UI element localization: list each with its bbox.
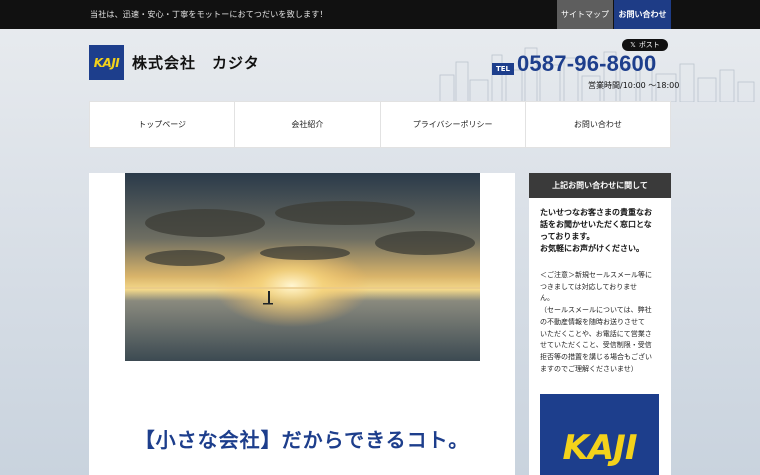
nav-item-contact[interactable]: お問い合わせ — [526, 102, 670, 147]
x-icon: 𝕏 — [630, 41, 636, 49]
notice-line: いただくことや、お電話にて営業さ — [540, 329, 652, 338]
notice-line: 拒否等の措置を講じる場合もござい — [540, 352, 652, 361]
notice-line: ますのでご理解くださいませ） — [540, 364, 638, 373]
notice-line: （セールスメールについては、弊社 — [540, 306, 652, 315]
sidebar-logo-banner[interactable]: KAJI — [540, 394, 659, 475]
notice-line: の不動産情報を随時お送りさせて — [540, 317, 645, 326]
main-content: 【小さな会社】だからできるコト。 — [89, 173, 515, 475]
hero-sunset-image — [125, 173, 480, 361]
notice-line: ＜ご注意＞新規セールスメール等に — [540, 271, 652, 279]
sidebar-title: 上記お問い合わせに関して — [529, 173, 671, 198]
contact-link[interactable]: お問い合わせ — [614, 0, 671, 29]
sidebar-message-line: お気軽にお声がけください。 — [540, 244, 644, 253]
sidebar-message-line: たいせつなお客さまの貴重なお — [540, 208, 652, 217]
sidebar-message: たいせつなお客さまの貴重なお 話をお聞かせいただく窓口とな っております。 お気… — [540, 207, 662, 255]
business-hours: 営業時間/10:00 ～18:00 — [588, 81, 680, 90]
nav-item-top[interactable]: トップページ — [90, 102, 236, 147]
top-bar: 当社は、迅速・安心・丁寧をモットーにおてつだいを致します！ サイトマップ お問い… — [0, 0, 760, 29]
company-name: 株式会社 カジタ — [132, 54, 260, 72]
sidebar-message-line: 話をお聞かせいただく窓口とな — [540, 220, 652, 229]
nav-item-company[interactable]: 会社紹介 — [235, 102, 381, 147]
sidebar-notice: ＜ご注意＞新規セールスメール等に つきましては対応しておりませ ん。 （セールス… — [540, 270, 664, 375]
notice-line: つきましては対応しておりませ — [540, 282, 638, 291]
nav-item-privacy[interactable]: プライバシーポリシー — [381, 102, 526, 147]
x-post-button[interactable]: 𝕏 ポスト — [622, 39, 668, 51]
sidebar-logo-text: KAJI — [562, 427, 638, 468]
post-label: ポスト — [638, 41, 660, 49]
notice-line: ん。 — [540, 294, 554, 303]
sidebar-message-line: っております。 — [540, 232, 595, 241]
tagline: 当社は、迅速・安心・丁寧をモットーにおてつだいを致します！ — [90, 10, 328, 19]
main-nav: トップページ 会社紹介 プライバシーポリシー お問い合わせ — [89, 101, 671, 148]
sidebar: 上記お問い合わせに関して たいせつなお客さまの貴重なお 話をお聞かせいただく窓口… — [529, 173, 671, 475]
sitemap-link[interactable]: サイトマップ — [557, 0, 613, 29]
notice-line: せていただくこと、受信制限・受信 — [540, 341, 652, 350]
phone-number[interactable]: 0587-96-8600 — [517, 51, 656, 77]
tel-badge: TEL — [492, 63, 514, 75]
main-headline: 【小さな会社】だからできるコト。 — [134, 428, 470, 452]
company-logo[interactable]: KAJI — [89, 45, 124, 80]
logo-text: KAJI — [93, 55, 120, 70]
